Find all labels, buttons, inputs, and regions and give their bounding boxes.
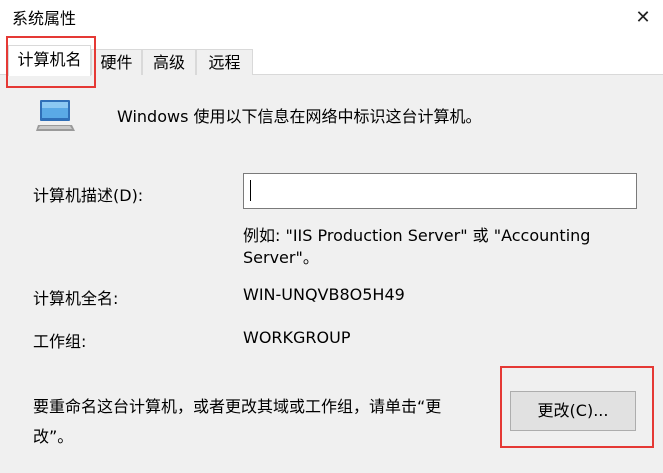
description-label: 计算机描述(D):	[33, 186, 144, 205]
text-caret	[250, 180, 251, 201]
description-example: 例如: "IIS Production Server" 或 "Accountin…	[243, 226, 591, 267]
full-name-value: WIN-UNQVB8O5H49	[243, 285, 405, 304]
computer-icon	[36, 100, 75, 131]
workgroup-label: 工作组:	[33, 332, 87, 351]
description-input[interactable]	[243, 173, 637, 209]
title-bar: 系统属性 ✕	[0, 0, 663, 34]
close-icon[interactable]: ✕	[623, 0, 663, 34]
tab-advanced[interactable]: 高级	[142, 49, 196, 75]
tab-strip: 计算机名 硬件 高级 远程	[0, 45, 663, 76]
change-button[interactable]: 更改(C)...	[510, 391, 636, 431]
tab-remote[interactable]: 远程	[196, 49, 253, 75]
window-title: 系统属性	[12, 9, 77, 28]
intro-text: Windows 使用以下信息在网络中标识这台计算机。	[117, 107, 482, 126]
tab-hardware[interactable]: 硬件	[91, 49, 142, 75]
workgroup-value: WORKGROUP	[243, 328, 351, 347]
tab-computer-name[interactable]: 计算机名	[8, 45, 91, 76]
rename-instructions: 要重命名这台计算机，或者更改其域或工作组，请单击“更改”。	[33, 397, 442, 446]
full-name-label: 计算机全名:	[33, 289, 119, 308]
